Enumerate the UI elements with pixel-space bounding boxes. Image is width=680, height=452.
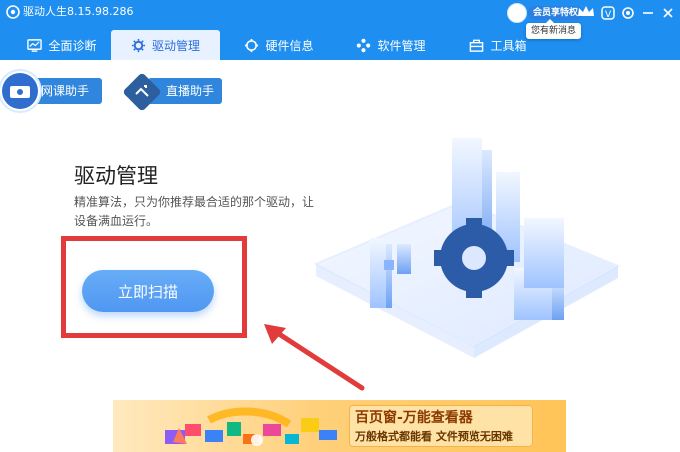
live-stream-icon	[123, 73, 161, 111]
page-title: 驱动管理	[74, 164, 158, 188]
vip-badge-icon[interactable]: V	[600, 5, 616, 21]
tab-toolbox[interactable]: 工具箱	[460, 30, 536, 60]
page-description: 精准算法，只为你推荐最合适的那个驱动，让设备满血运行。	[74, 195, 315, 228]
promo-banner[interactable]: 百页窗-万能查看器 万般格式都能看 文件预览无困难	[113, 400, 566, 452]
tab-label: 工具箱	[490, 38, 527, 53]
title-bar: 驱动人生8.15.98.286 会员享特权 V 您有新消息	[0, 0, 680, 39]
online-class-icon	[0, 71, 40, 111]
tab-software-management[interactable]: 软件管理	[343, 30, 439, 60]
monitor-icon	[27, 38, 43, 52]
tab-driver-management[interactable]: 驱动管理	[111, 30, 220, 60]
tab-full-diagnosis[interactable]: 全面诊断	[16, 30, 108, 60]
settings-icon[interactable]	[620, 5, 636, 21]
gear-icon	[131, 38, 146, 52]
app-logo-icon	[6, 5, 20, 19]
tab-label: 软件管理	[377, 38, 426, 53]
tab-label: 驱动管理	[151, 38, 200, 53]
tab-label: 全面诊断	[48, 38, 97, 53]
app-title: 驱动人生8.15.98.286	[23, 5, 134, 18]
close-icon[interactable]	[660, 5, 676, 21]
toolbox-icon	[470, 39, 484, 52]
colorful-files-illustration	[165, 407, 337, 446]
banner-subtitle: 万般格式都能看 文件预览无困难	[355, 430, 513, 443]
minimize-icon[interactable]	[640, 5, 656, 21]
crown-icon[interactable]	[577, 5, 595, 19]
banner-title: 百页窗-万能查看器	[355, 410, 473, 426]
tab-label: 硬件信息	[265, 38, 314, 53]
highlight-annotation-box	[61, 236, 247, 338]
svg-text:V: V	[605, 10, 612, 20]
driver-hero-illustration	[313, 138, 621, 358]
tab-hardware-info[interactable]: 硬件信息	[232, 30, 326, 60]
vip-privilege-link[interactable]: 会员享特权	[528, 6, 584, 20]
content-area: 网课助手 直播助手 驱动管理 精准算法，只为你推荐最合适的那个驱动，让设备满血运…	[0, 60, 680, 452]
apps-icon	[357, 38, 371, 52]
helper-label: 网课助手	[41, 84, 90, 98]
hardware-icon	[245, 38, 259, 52]
avatar[interactable]	[507, 3, 527, 23]
helper-label: 直播助手	[166, 84, 215, 98]
new-message-bubble[interactable]: 您有新消息	[526, 19, 582, 39]
